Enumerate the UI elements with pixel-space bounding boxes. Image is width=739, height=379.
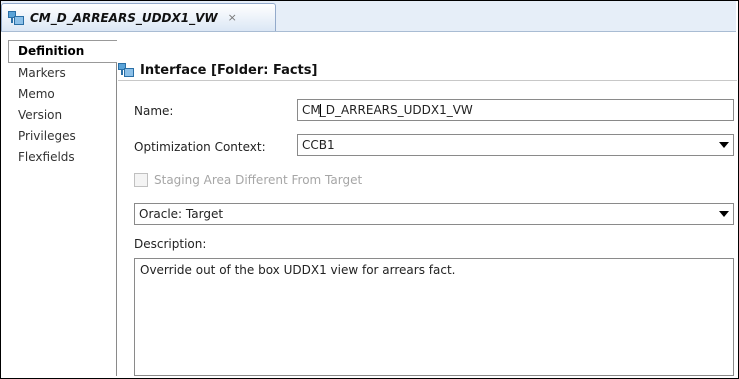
name-value-end: _D_ARREARS_UDDX1_VW [319, 103, 473, 117]
sidebar-item-flexfields[interactable]: Flexfields [8, 147, 116, 168]
interface-icon [118, 63, 134, 77]
definition-panel: Interface [Folder: Facts] Name: CM_D_ARR… [118, 40, 737, 376]
chevron-down-icon [719, 211, 729, 217]
description-label: Description: [134, 237, 207, 251]
staging-area-option: Staging Area Different From Target [134, 173, 362, 187]
name-label: Name: [134, 104, 174, 118]
sidebar-item-privileges[interactable]: Privileges [8, 126, 116, 147]
staging-area-checkbox[interactable] [134, 173, 148, 187]
optimization-context-label: Optimization Context: [134, 140, 266, 154]
sidebar-item-memo[interactable]: Memo [8, 84, 116, 105]
optimization-context-value: CCB1 [302, 138, 335, 152]
target-value: Oracle: Target [139, 207, 224, 221]
chevron-down-icon [719, 142, 729, 148]
section-title: Interface [Folder: Facts] [140, 62, 318, 78]
sidebar: Definition Markers Memo Version Privileg… [8, 40, 117, 376]
sidebar-item-definition[interactable]: Definition [8, 40, 117, 63]
staging-area-label: Staging Area Different From Target [154, 173, 363, 187]
description-textarea[interactable]: Override out of the box UDDX1 view for a… [134, 258, 734, 376]
target-select[interactable]: Oracle: Target [134, 203, 734, 225]
sidebar-item-version[interactable]: Version [8, 105, 116, 126]
editor-tab-bar: CM_D_ARREARS_UDDX1_VW × [1, 1, 736, 32]
name-field[interactable]: CM_D_ARREARS_UDDX1_VW [297, 99, 734, 121]
name-value-start: CM [302, 103, 321, 117]
interface-icon [8, 10, 24, 25]
tab-title: CM_D_ARREARS_UDDX1_VW [30, 10, 218, 25]
sidebar-item-markers[interactable]: Markers [8, 63, 116, 84]
optimization-context-select[interactable]: CCB1 [297, 134, 734, 156]
close-icon[interactable]: × [228, 11, 237, 24]
section-header: Interface [Folder: Facts] [118, 60, 737, 81]
editor-tab[interactable]: CM_D_ARREARS_UDDX1_VW × [1, 3, 276, 31]
